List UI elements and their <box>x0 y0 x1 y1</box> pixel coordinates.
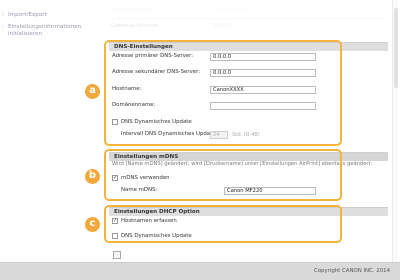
sidebar-item-label: Einstellungsinformationen initialisieren <box>8 24 82 37</box>
gateway-label: Gateway-Adresse: <box>111 23 160 29</box>
callout-frame-c <box>104 205 342 243</box>
callout-badge-a: a <box>85 84 100 99</box>
callout-frame-a <box>104 40 342 146</box>
subnet-value: 255.255.255.0 <box>212 7 252 13</box>
bottom-bar <box>103 248 392 262</box>
sidebar-item-label: Import/Export <box>8 12 47 18</box>
copyright-text: Copyright CANON INC. 2014 <box>313 268 390 274</box>
subnet-label: Subnetzmaske: <box>111 7 153 13</box>
footer: Copyright CANON INC. 2014 <box>0 262 400 280</box>
divider <box>109 18 388 19</box>
bottom-button[interactable] <box>113 251 121 259</box>
sidebar-item-initialize[interactable]: › Einstellungsinformationen initialisier… <box>2 24 94 38</box>
gateway-value: 0.0.0.0 <box>212 23 231 29</box>
chevron-right-icon: › <box>2 24 4 30</box>
sidebar: › Import/Export › Einstellungsinformatio… <box>0 0 96 262</box>
scrollbar[interactable] <box>392 0 398 262</box>
scrollbar-thumb[interactable] <box>394 8 398 88</box>
sidebar-item-import-export[interactable]: › Import/Export <box>2 12 47 19</box>
callout-badge-c: c <box>85 217 100 232</box>
callout-frame-b <box>104 149 342 201</box>
chevron-right-icon: › <box>2 12 4 18</box>
callout-badge-b: b <box>85 169 100 184</box>
